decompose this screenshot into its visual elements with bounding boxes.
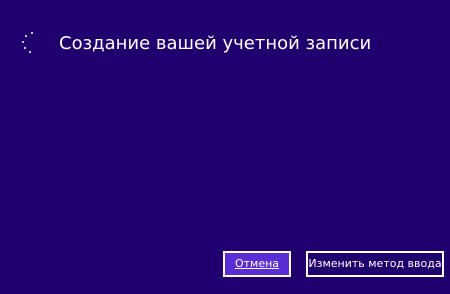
cancel-button[interactable]: Отмена [223, 251, 291, 277]
spinner-dot [24, 47, 26, 49]
cancel-button-label: Отмена [234, 257, 280, 270]
spinner-dot [25, 35, 27, 37]
spinner-dot [31, 32, 33, 34]
change-input-method-label: Изменить метод ввода [308, 257, 442, 270]
page-title: Создание вашей учетной записи [59, 33, 372, 54]
spinner-dot [22, 41, 24, 43]
change-input-method-button[interactable]: Изменить метод ввода [306, 251, 444, 277]
spinner-dot [29, 51, 31, 53]
loading-spinner-icon [20, 32, 44, 56]
